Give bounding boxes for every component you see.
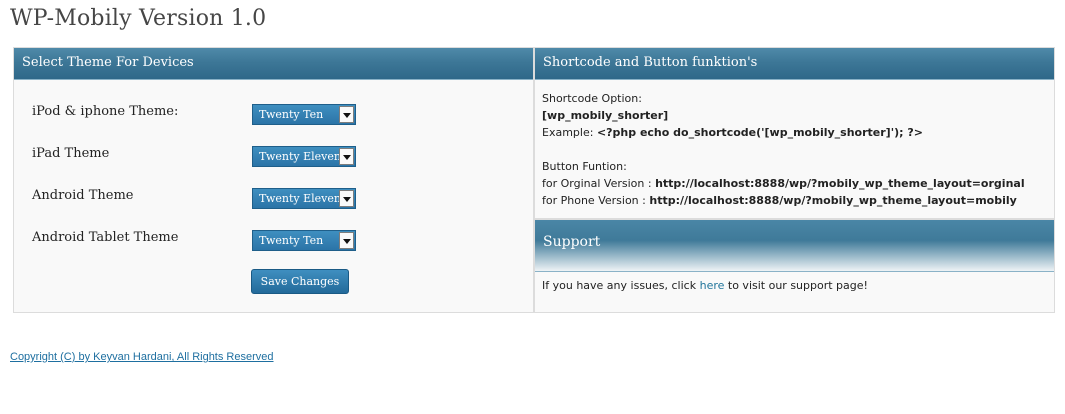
shortcode-panel: Shortcode and Button funktion's Shortcod… bbox=[534, 47, 1055, 219]
copyright-link[interactable]: Copyright (C) by Keyvan Hardani, All Rig… bbox=[10, 351, 274, 363]
chevron-down-icon bbox=[339, 148, 354, 165]
chevron-down-icon bbox=[339, 190, 354, 207]
ipod-theme-label: iPod & iphone Theme: bbox=[32, 104, 179, 119]
ipad-theme-select[interactable]: Twenty Eleven bbox=[252, 146, 356, 167]
android-theme-label: Android Theme bbox=[32, 188, 134, 203]
android-theme-select[interactable]: Twenty Eleven bbox=[252, 188, 356, 209]
support-panel: Support If you have any issues, click he… bbox=[534, 219, 1055, 313]
phone-version-url: http://localhost:8888/wp/?mobily_wp_them… bbox=[649, 194, 1017, 207]
support-link[interactable]: here bbox=[700, 279, 725, 292]
shortcode-text: [wp_mobily_shorter] bbox=[542, 109, 669, 122]
shortcode-panel-header: Shortcode and Button funktion's bbox=[535, 48, 1054, 80]
original-version-prefix: for Orginal Version : bbox=[542, 177, 652, 190]
support-text-before: If you have any issues, click bbox=[542, 279, 697, 292]
button-function-label: Button Funtion: bbox=[542, 160, 627, 173]
ipad-theme-label: iPad Theme bbox=[32, 146, 110, 161]
shortcode-option-label: Shortcode Option: bbox=[542, 92, 642, 105]
support-text-after: to visit our support page! bbox=[727, 279, 868, 292]
android-tablet-theme-value: Twenty Ten bbox=[259, 234, 324, 247]
ipod-theme-value: Twenty Ten bbox=[259, 108, 324, 121]
example-code: <?php echo do_shortcode('[wp_mobily_shor… bbox=[596, 126, 923, 139]
phone-version-prefix: for Phone Version : bbox=[542, 194, 646, 207]
android-tablet-theme-label: Android Tablet Theme bbox=[32, 230, 179, 245]
theme-panel-header: Select Theme For Devices bbox=[14, 48, 533, 80]
chevron-down-icon bbox=[339, 232, 354, 249]
save-changes-button[interactable]: Save Changes bbox=[251, 269, 349, 294]
shortcode-panel-body: Shortcode Option: [wp_mobily_shorter] Ex… bbox=[535, 80, 1054, 209]
original-version-url: http://localhost:8888/wp/?mobily_wp_them… bbox=[655, 177, 1025, 190]
support-panel-body: If you have any issues, click here to vi… bbox=[535, 272, 1054, 292]
support-panel-header: Support bbox=[535, 220, 1054, 272]
ipad-theme-value: Twenty Eleven bbox=[259, 150, 341, 163]
example-prefix: Example: bbox=[542, 126, 594, 139]
android-tablet-theme-select[interactable]: Twenty Ten bbox=[252, 230, 356, 251]
chevron-down-icon bbox=[339, 106, 354, 123]
theme-settings-panel: Select Theme For Devices iPod & iphone T… bbox=[13, 47, 534, 313]
android-theme-value: Twenty Eleven bbox=[259, 192, 341, 205]
page-title: WP-Mobily Version 1.0 bbox=[10, 6, 267, 31]
ipod-theme-select[interactable]: Twenty Ten bbox=[252, 104, 356, 125]
